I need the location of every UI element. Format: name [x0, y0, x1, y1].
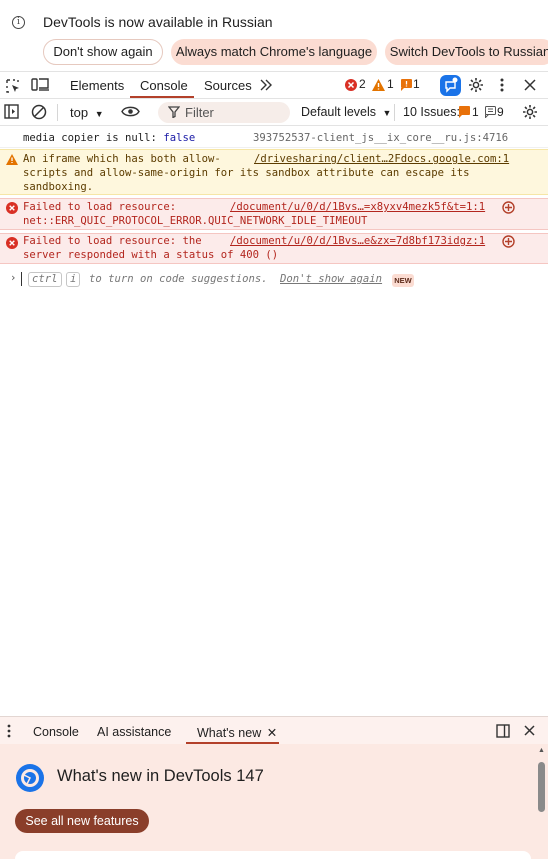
info-icon: i	[12, 16, 25, 29]
kbd-ctrl: ctrl	[28, 272, 62, 287]
issue-info-flag-icon	[485, 106, 496, 118]
log-levels-label: Default levels	[301, 105, 377, 119]
issues-label: 10 Issues:	[403, 105, 460, 119]
error-line-2: server responded with a status of 400 ()	[23, 249, 279, 261]
prompt-dont-show-link[interactable]: Don't show again	[280, 273, 382, 285]
scrollbar-thumb[interactable]	[538, 762, 545, 812]
drawer-tab-console[interactable]: Console	[33, 725, 79, 739]
error-line-1: Failed to load resource: the	[23, 235, 202, 247]
issues-button[interactable]: 10 Issues:	[403, 105, 460, 119]
issue-count: 1	[413, 77, 420, 91]
error-line-1: Failed to load resource:	[23, 201, 177, 213]
warning-icon	[6, 154, 18, 165]
chevron-down-icon: ▼	[94, 109, 104, 119]
sidebar-toggle-icon[interactable]	[4, 104, 19, 119]
prompt-chevron-icon: ›	[10, 272, 17, 284]
tab-console[interactable]: Console	[140, 78, 188, 93]
see-all-features-button[interactable]: See all new features	[15, 809, 149, 833]
toolbar-divider	[57, 104, 58, 121]
settings-gear-icon[interactable]	[468, 77, 484, 93]
context-label: top	[70, 105, 89, 120]
console-message-warning: An iframe which has both allow- /drivesh…	[0, 149, 548, 195]
close-drawer-icon[interactable]	[524, 725, 535, 736]
error-icon	[6, 202, 18, 214]
chevron-down-icon: ▼	[382, 108, 392, 118]
error-icon	[6, 237, 18, 249]
ai-explain-icon[interactable]	[502, 201, 515, 214]
log-value: false	[163, 132, 196, 144]
warning-count: 1	[387, 77, 394, 91]
drawer-menu-icon[interactable]	[6, 724, 12, 738]
issue-error-flag-icon	[459, 106, 470, 118]
dock-side-icon[interactable]	[496, 724, 510, 738]
kbd-i: i	[66, 272, 81, 287]
filter-funnel-icon	[168, 106, 180, 118]
ai-assistant-icon[interactable]	[440, 75, 461, 96]
live-expression-eye-icon[interactable]	[121, 105, 140, 118]
error-line-2: net::ERR_QUIC_PROTOCOL_ERROR.QUIC_NETWOR…	[23, 215, 368, 227]
scroll-up-arrow-icon[interactable]: ▲	[538, 747, 545, 754]
filter-input[interactable]: Filter	[158, 102, 290, 123]
issues-error-count: 1	[472, 105, 479, 119]
error-count: 2	[359, 77, 366, 91]
close-devtools-icon[interactable]	[524, 79, 536, 91]
drawer-tabbar: Console AI assistance What's new ✕	[0, 716, 548, 744]
clear-console-icon[interactable]	[31, 104, 47, 120]
toolbar-divider	[394, 104, 395, 121]
dont-show-again-button[interactable]: Don't show again	[43, 39, 163, 65]
warning-line-1: An iframe which has both allow-	[23, 153, 221, 165]
inspect-element-icon[interactable]	[5, 78, 21, 94]
error-source-link[interactable]: /document/u/0/d/1Bvs…e&zx=7d8bf173idgz:1	[230, 234, 485, 248]
new-badge: NEW	[392, 274, 414, 287]
console-message-error: Failed to load resource: /document/u/0/d…	[0, 198, 548, 230]
tab-elements[interactable]: Elements	[70, 78, 124, 93]
console-message-log: media copier is null: false 393752537-cl…	[0, 126, 548, 148]
issues-info-count: 9	[497, 105, 504, 119]
close-tab-icon[interactable]: ✕	[267, 726, 277, 740]
tab-sources[interactable]: Sources	[204, 78, 252, 93]
log-levels-dropdown[interactable]: Default levels ▼	[301, 105, 391, 119]
error-source-link[interactable]: /document/u/0/d/1Bvs…=x8yxv4mezk5f&t=1:1	[230, 200, 485, 214]
prompt-hint: to turn on code suggestions.	[89, 273, 268, 285]
feature-card	[15, 851, 531, 859]
always-match-language-button[interactable]: Always match Chrome's language	[171, 39, 377, 65]
whats-new-title: What's new in DevTools 147	[57, 767, 264, 785]
log-source-link[interactable]: 393752537-client_js__ix_core__ru.js:4716	[253, 131, 508, 145]
active-tab-indicator	[130, 96, 194, 98]
ai-explain-icon[interactable]	[502, 235, 515, 248]
infobar-message: DevTools is now available in Russian	[43, 14, 273, 30]
filter-placeholder: Filter	[185, 105, 214, 120]
drawer-tab-whats-new[interactable]: What's new ✕	[197, 725, 277, 740]
warning-source-link[interactable]: /drivesharing/client…2Fdocs.google.com:1	[254, 152, 509, 166]
prompt-caret	[21, 272, 22, 286]
warning-count-icon[interactable]	[372, 79, 385, 91]
chrome-devtools-logo-icon	[16, 764, 44, 792]
warning-line-3: sandboxing.	[23, 181, 94, 193]
language-infobar: i DevTools is now available in Russian D…	[0, 0, 548, 72]
log-text: media copier is null:	[23, 132, 157, 144]
switch-language-button[interactable]: Switch DevTools to Russian	[385, 39, 548, 65]
device-toolbar-icon[interactable]	[31, 77, 49, 93]
console-message-error: Failed to load resource: the /document/u…	[0, 233, 548, 264]
more-options-icon[interactable]	[498, 77, 506, 93]
drawer-tab-ai-assistance[interactable]: AI assistance	[97, 725, 171, 739]
console-prompt[interactable]: › ctrl i to turn on code suggestions. Do…	[0, 271, 548, 289]
whats-new-panel: What's new in DevTools 147 See all new f…	[0, 744, 548, 859]
context-selector[interactable]: top ▼	[70, 105, 104, 120]
more-tabs-chevron-icon[interactable]	[259, 79, 273, 91]
whats-new-label: What's new	[197, 726, 262, 740]
console-toolbar: top ▼ Filter Default levels ▼ 10 Issues:…	[0, 99, 548, 126]
issue-flag-icon[interactable]	[401, 79, 412, 91]
drawer-scrollbar[interactable]: ▲	[536, 744, 548, 859]
console-settings-gear-icon[interactable]	[522, 104, 538, 120]
warning-line-2: scripts and allow-same-origin for its sa…	[23, 167, 470, 179]
error-count-icon[interactable]	[345, 79, 357, 91]
devtools-main-toolbar: Elements Console Sources 2 1 1	[0, 72, 548, 99]
